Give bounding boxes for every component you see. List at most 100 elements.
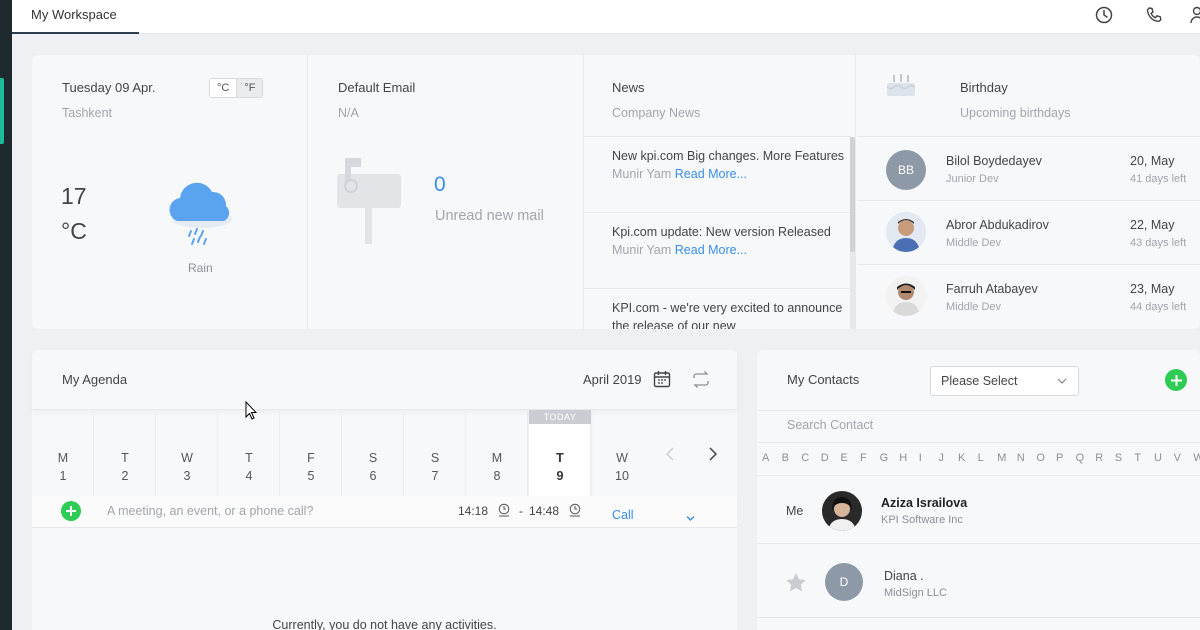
user-icon[interactable] [1186,4,1200,26]
news-item[interactable]: New kpi.com Big changes. More Features M… [612,148,852,183]
email-address: N/A [338,106,359,120]
alphabet-letter[interactable]: N [1017,452,1025,464]
temperature-unit-toggle: °C °F [209,78,264,98]
day-cell[interactable]: S7 [404,412,466,496]
tab-my-workspace[interactable]: My Workspace [12,0,139,34]
mailbox-icon [337,158,401,249]
search-contact-input[interactable]: Search Contact [787,418,873,432]
avatar: D [825,563,863,601]
day-cell[interactable]: F5 [280,412,342,496]
day-cell-today[interactable]: TODAY T 9 [529,410,591,496]
contact-row[interactable]: D Diana . MidSign LLC [757,544,1200,618]
me-label: Me [786,504,804,518]
agenda-header: My Agenda April 2019 [32,350,737,410]
alphabet-letter[interactable]: P [1056,452,1063,464]
fahrenheit-button[interactable]: °F [236,79,263,97]
dashboard-widgets: Tuesday 09 Apr. Tashkent °C °F 17 °C Rai… [32,55,1200,329]
agenda-panel: My Agenda April 2019 M1 T2 W3 T4 F5 S6 S… [32,350,737,630]
alphabet-letter[interactable]: S [1115,452,1122,464]
top-bar: My Workspace [12,0,1200,34]
activity-input[interactable]: A meeting, an event, or a phone call? [107,504,313,518]
alphabet-letter[interactable]: K [958,452,965,464]
contacts-panel: My Contacts Please Select Search Contact… [757,350,1200,630]
quick-add-row: A meeting, an event, or a phone call? 14… [32,496,737,528]
alphabet-filter: A BCDE F GHI J K L MNOP QRST UVW [757,442,1200,476]
alphabet-letter[interactable]: M [997,452,1006,464]
star-icon[interactable] [785,572,807,597]
contact-name: Diana . [884,569,924,583]
birthday-row[interactable]: Farruh Atabayev Middle Dev 23, May 44 da… [858,264,1200,329]
start-time[interactable]: 14:18 [458,504,488,518]
birthday-row[interactable]: BB Bilol Boydedayev Junior Dev 20, May 4… [858,136,1200,200]
unread-count[interactable]: 0 [434,173,446,197]
agenda-title: My Agenda [62,372,128,387]
chevron-down-icon[interactable] [686,509,695,527]
end-time[interactable]: 14:48 [529,504,559,518]
alphabet-letter[interactable]: A [762,452,769,464]
alphabet-letter[interactable]: E [840,452,847,464]
plus-icon [1170,374,1182,386]
phone-icon[interactable] [1143,4,1165,26]
plus-icon [66,506,76,516]
weather-date: Tuesday 09 Apr. [62,80,156,95]
alphabet-letter[interactable]: O [1036,452,1045,464]
alphabet-letter[interactable]: G [880,452,889,464]
read-more-link[interactable]: Read More... [675,243,747,257]
start-clock-icon[interactable] [498,503,510,522]
left-rail [0,0,12,630]
alphabet-letter[interactable]: T [1134,452,1141,464]
rain-cloud-icon [163,173,241,260]
day-cell[interactable]: M8 [466,412,528,496]
today-badge: TODAY [529,410,591,424]
contact-row[interactable]: Me Aziza Israilova KPI Software Inc [757,476,1200,544]
alphabet-letter[interactable]: J [938,452,944,464]
birthday-title: Birthday [960,80,1008,95]
alphabet-letter[interactable]: Q [1076,452,1085,464]
news-title: News [612,80,645,95]
alphabet-letter[interactable]: R [1095,452,1103,464]
avatar [886,212,926,252]
add-contact-button[interactable] [1165,369,1187,391]
contact-filter-select[interactable]: Please Select [930,366,1079,396]
alphabet-letter[interactable]: U [1154,452,1162,464]
read-more-link[interactable]: Read More... [675,167,747,181]
alphabet-letter[interactable]: V [1174,452,1181,464]
avatar [822,491,862,531]
next-week-icon[interactable] [708,446,718,467]
alphabet-letter[interactable]: B [782,452,789,464]
day-cell[interactable]: M1 [32,412,94,496]
avatar [886,276,926,316]
weather-condition: Rain [188,261,213,275]
alphabet-letter[interactable]: L [978,452,984,464]
end-clock-icon[interactable] [569,503,581,522]
unread-label: Unread new mail [435,208,544,224]
alphabet-letter[interactable]: C [801,452,809,464]
news-item[interactable]: KPI.com - we're very excited to announce… [612,300,852,329]
calendar-icon[interactable] [653,370,671,393]
prev-week-icon[interactable] [665,446,675,467]
alphabet-letter[interactable]: D [821,452,829,464]
day-cell[interactable]: W 10 [591,412,653,496]
alphabet-letter[interactable]: F [860,452,867,464]
alphabet-letter[interactable]: W [1193,452,1200,464]
day-cell[interactable]: T2 [94,412,156,496]
alphabet-letter[interactable]: I [919,452,922,464]
day-cell[interactable]: S6 [342,412,404,496]
day-cell[interactable]: W3 [156,412,218,496]
news-item[interactable]: Kpi.com update: New version Released Mun… [612,224,852,259]
refresh-icon[interactable] [692,371,710,393]
contact-company: MidSign LLC [884,587,947,599]
weather-city: Tashkent [62,106,113,120]
empty-activities-message: Currently, you do not have any activitie… [272,618,497,630]
add-activity-button[interactable] [61,501,81,521]
contact-company: KPI Software Inc [881,514,963,526]
news-scrollbar-thumb[interactable] [850,137,855,252]
rail-active-indicator [0,78,4,144]
alphabet-letter[interactable]: H [899,452,907,464]
contacts-title: My Contacts [787,372,860,387]
activity-type-select[interactable]: Call [612,508,634,522]
avatar: BB [886,150,926,190]
clock-icon[interactable] [1093,4,1115,26]
birthday-row[interactable]: Abror Abdukadirov Middle Dev 22, May 43 … [858,200,1200,264]
celsius-button[interactable]: °C [210,79,237,97]
